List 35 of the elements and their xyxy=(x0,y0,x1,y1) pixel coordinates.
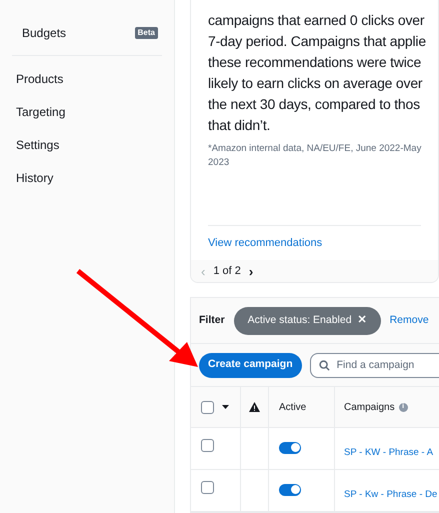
caret-icon[interactable] xyxy=(222,405,229,409)
description-line: likely to earn clicks on average over xyxy=(208,74,424,93)
description-line: the next 30 days, compared to thos xyxy=(208,95,421,114)
sidebar-item[interactable]: Targeting xyxy=(16,102,66,120)
campaign-link[interactable]: SP - KW - Phrase - A xyxy=(344,447,434,458)
toggle-switch[interactable] xyxy=(279,484,301,496)
column-header: Active xyxy=(279,400,306,414)
filter-chip-label: Active status: Enabled xyxy=(248,312,352,328)
beta-badge: Beta xyxy=(134,26,158,38)
description-line: these recommendations were twice xyxy=(208,53,422,72)
remove-link[interactable]: Remove xyxy=(390,312,429,328)
view-recommendations-link[interactable]: View recommendations xyxy=(208,234,322,252)
sidebar-item[interactable]: Budgets xyxy=(22,24,66,42)
sidebar-item[interactable]: Settings xyxy=(16,136,60,154)
description-line: that didn’t. xyxy=(208,116,272,135)
page-indicator: 1 of 2 xyxy=(213,264,241,279)
create-campaign-button[interactable]: Create campaign xyxy=(199,352,302,378)
warning-icon xyxy=(249,402,260,412)
footnote: *Amazon internal data, NA/EU/FE, June 2022-May 2023 xyxy=(208,142,422,170)
search-icon xyxy=(318,360,330,370)
next-page-button[interactable]: › xyxy=(248,264,254,278)
sidebar-item[interactable]: History xyxy=(16,168,54,186)
description-line: 7-day period. Campaigns that applie xyxy=(208,32,427,51)
column-header: Campaigns xyxy=(344,400,395,414)
filter-label: Filter xyxy=(199,312,225,328)
sidebar-item[interactable]: Products xyxy=(16,70,64,88)
campaign-link[interactable]: SP - Kw - Phrase - De xyxy=(344,489,438,500)
search-field[interactable]: Find a campaign xyxy=(310,352,439,378)
checkbox[interactable] xyxy=(201,481,214,494)
checkbox[interactable] xyxy=(201,400,214,414)
description-line: campaigns that earned 0 clicks over xyxy=(208,11,426,30)
filter-chip[interactable]: Active status: Enabled ✕ xyxy=(234,306,381,334)
close-icon[interactable]: ✕ xyxy=(358,312,367,329)
checkbox[interactable] xyxy=(201,439,214,452)
toggle-switch[interactable] xyxy=(279,442,301,454)
